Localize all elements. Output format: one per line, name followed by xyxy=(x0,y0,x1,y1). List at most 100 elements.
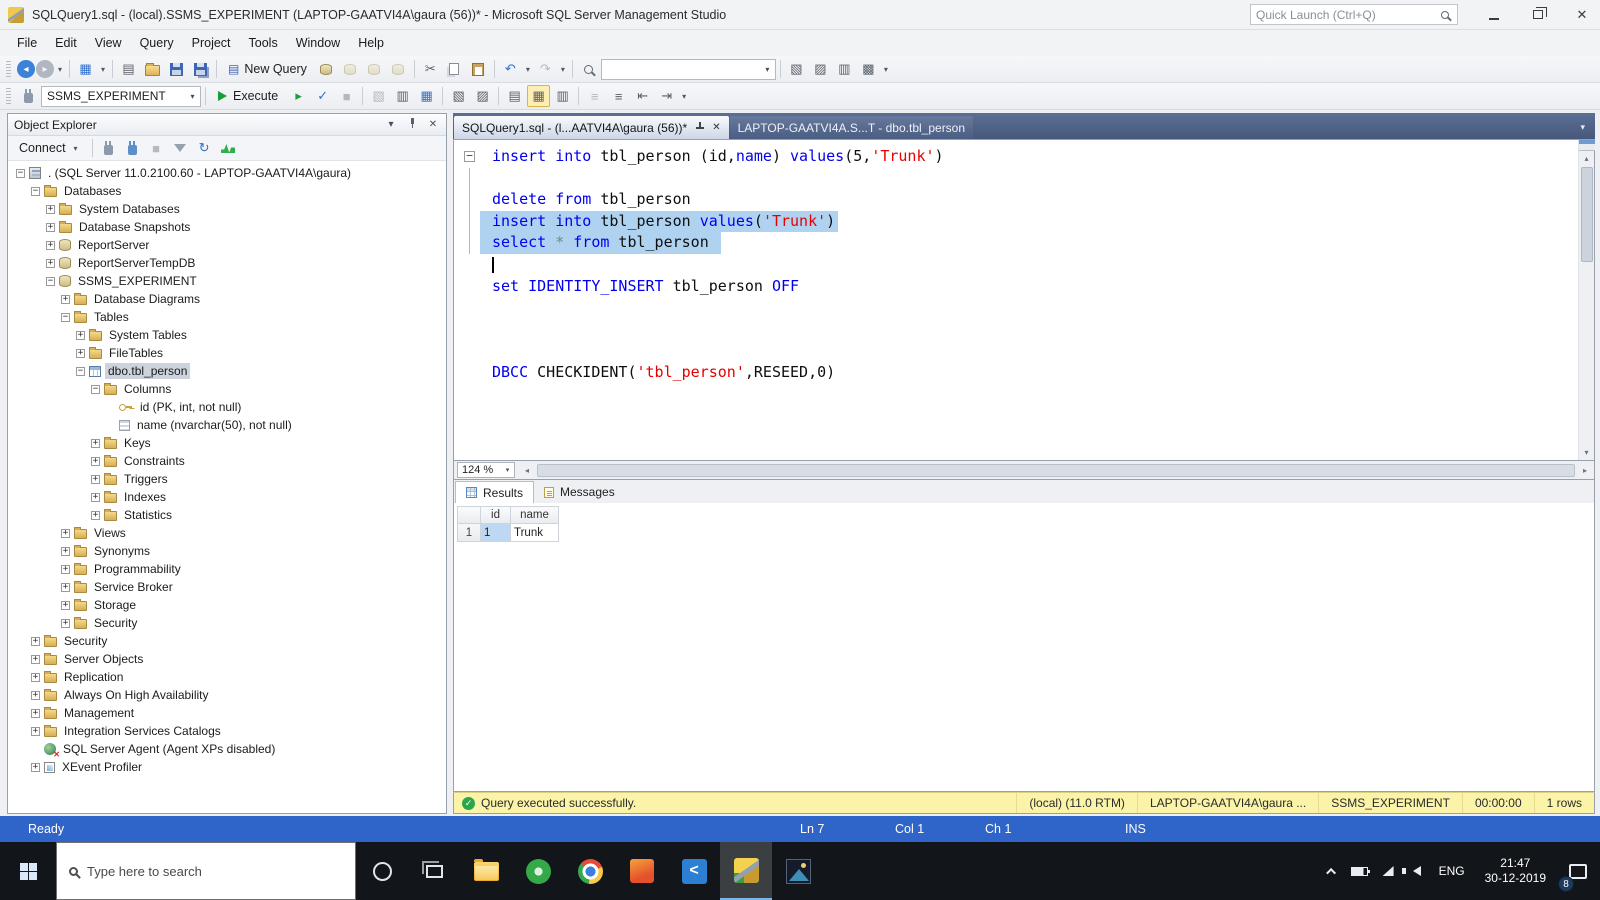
expand-box-icon[interactable]: + xyxy=(31,708,40,718)
volume-icon[interactable] xyxy=(1401,866,1421,876)
collapse-box-icon[interactable]: − xyxy=(76,366,85,376)
expand-box-icon[interactable]: + xyxy=(91,510,100,520)
template-explorer-icon[interactable]: ▩ xyxy=(857,58,880,80)
minimize-button[interactable] xyxy=(1476,0,1512,29)
tree-item[interactable]: + ReportServerTempDB xyxy=(12,254,446,272)
tree-item[interactable]: + Database Diagrams xyxy=(12,290,446,308)
expand-box-icon[interactable]: + xyxy=(61,564,70,574)
expand-box-icon[interactable]: + xyxy=(61,582,70,592)
save-all-icon[interactable] xyxy=(189,58,212,80)
filter-icon[interactable] xyxy=(169,137,192,159)
new-query-button[interactable]: ▤ New Query xyxy=(221,60,314,78)
tree-item[interactable]: − . (SQL Server 11.0.2100.60 - LAPTOP-GAA… xyxy=(12,164,446,182)
document-tab[interactable]: SQLQuery1.sql - (l...AATVI4A\gaura (56))… xyxy=(454,116,729,139)
editor-horizontal-scrollbar[interactable]: ◂ ▸ xyxy=(518,461,1594,479)
xmla-query-icon[interactable] xyxy=(387,58,410,80)
copy-icon[interactable] xyxy=(443,58,466,80)
expand-box-icon[interactable]: + xyxy=(61,528,70,538)
taskbar-clock[interactable]: 21:47 30-12-2019 xyxy=(1475,842,1556,900)
grid-corner-cell[interactable] xyxy=(457,506,481,524)
new-query-flyout-caret[interactable]: ▾ xyxy=(98,65,108,74)
expand-box-icon[interactable]: + xyxy=(91,456,100,466)
tree-item[interactable]: + Synonyms xyxy=(12,542,446,560)
refresh-icon[interactable]: ↻ xyxy=(193,137,216,159)
code-line[interactable]: − insert into tbl_person (id,name) values… xyxy=(454,146,1578,168)
tree-item[interactable]: + Management xyxy=(12,704,446,722)
code-line[interactable] xyxy=(454,297,1578,319)
disconnect-icon[interactable] xyxy=(97,137,120,159)
pin-icon[interactable] xyxy=(405,118,419,131)
editor-code[interactable]: − insert into tbl_person (id,name) values… xyxy=(454,140,1578,460)
execute-button[interactable]: Execute xyxy=(210,87,286,105)
mdx-query-icon[interactable] xyxy=(339,58,362,80)
results-to-file-icon[interactable]: ▥ xyxy=(551,85,574,107)
document-tab[interactable]: LAPTOP-GAATVI4A.S...T - dbo.tbl_person xyxy=(729,116,974,139)
vertical-scroll-thumb[interactable] xyxy=(1580,167,1593,262)
intellisense-icon[interactable]: ▦ xyxy=(415,85,438,107)
database-engine-query-icon[interactable] xyxy=(315,58,338,80)
tree-item[interactable]: + Replication xyxy=(12,668,446,686)
tree-item[interactable]: + Database Snapshots xyxy=(12,218,446,236)
grid-cell[interactable]: Trunk xyxy=(511,524,559,542)
tree-item[interactable]: + Service Broker xyxy=(12,578,446,596)
solution-explorer-icon[interactable]: ▧ xyxy=(785,58,808,80)
expand-box-icon[interactable]: + xyxy=(76,348,85,358)
document-list-caret-icon[interactable]: ▾ xyxy=(1574,122,1591,133)
comment-icon[interactable]: ≡ xyxy=(583,85,606,107)
tree-item[interactable]: + System Tables xyxy=(12,326,446,344)
expand-box-icon[interactable]: + xyxy=(31,672,40,682)
scroll-up-icon[interactable]: ▴ xyxy=(1579,151,1595,166)
indent-increase-icon[interactable]: ⇥ xyxy=(655,85,678,107)
undo-history-caret[interactable]: ▾ xyxy=(523,65,533,74)
nav-forward-icon[interactable]: ▸ xyxy=(36,60,54,78)
paste-icon[interactable] xyxy=(467,58,490,80)
grid-cell[interactable]: 1 xyxy=(481,524,511,542)
tree-item[interactable]: + Programmability xyxy=(12,560,446,578)
expand-box-icon[interactable]: + xyxy=(31,726,40,736)
expand-box-icon[interactable]: + xyxy=(61,546,70,556)
tree-item[interactable]: id (PK, int, not null) xyxy=(12,398,446,416)
ssms-icon[interactable] xyxy=(720,842,772,900)
undo-icon[interactable]: ↶ xyxy=(499,58,522,80)
tree-item[interactable]: + Constraints xyxy=(12,452,446,470)
debug-icon[interactable]: ▸ xyxy=(287,85,310,107)
row-header[interactable]: 1 xyxy=(457,524,481,542)
code-line[interactable]: set IDENTITY_INSERT tbl_person OFF xyxy=(454,276,1578,298)
expand-box-icon[interactable]: + xyxy=(61,600,70,610)
toolbar-grip[interactable] xyxy=(6,60,11,78)
tree-item[interactable]: + Always On High Availability xyxy=(12,686,446,704)
expand-box-icon[interactable]: + xyxy=(61,294,70,304)
close-button[interactable]: ✕ xyxy=(1564,0,1600,29)
tree-item[interactable]: + Server Objects xyxy=(12,650,446,668)
new-connection-icon[interactable] xyxy=(121,137,144,159)
window-position-caret-icon[interactable]: ▾ xyxy=(384,119,398,130)
collapse-box-icon[interactable]: − xyxy=(91,384,100,394)
tree-item[interactable]: − Tables xyxy=(12,308,446,326)
menu-edit[interactable]: Edit xyxy=(46,32,86,54)
activity-monitor-icon[interactable] xyxy=(217,137,240,159)
code-line[interactable]: select * from tbl_person xyxy=(454,232,1578,254)
column-header[interactable]: id xyxy=(481,506,511,524)
new-file-icon[interactable]: ▤ xyxy=(117,58,140,80)
find-combo[interactable]: ▾ xyxy=(600,58,776,80)
tree-item[interactable]: name (nvarchar(50), not null) xyxy=(12,416,446,434)
nav-history-caret[interactable]: ▾ xyxy=(55,65,65,74)
tree-item[interactable]: + ReportServer xyxy=(12,236,446,254)
tree-item[interactable]: + Views xyxy=(12,524,446,542)
split-handle[interactable] xyxy=(1578,140,1595,151)
expand-box-icon[interactable]: + xyxy=(46,222,55,232)
code-line[interactable]: delete from tbl_person xyxy=(454,189,1578,211)
tree-item[interactable]: + Storage xyxy=(12,596,446,614)
expand-box-icon[interactable]: + xyxy=(91,438,100,448)
query-options-icon[interactable]: ▥ xyxy=(391,85,414,107)
menu-help[interactable]: Help xyxy=(349,32,393,54)
photos-icon[interactable] xyxy=(772,842,824,900)
network-icon[interactable] xyxy=(1382,866,1394,876)
scroll-right-icon[interactable]: ▸ xyxy=(1577,463,1593,478)
orange-app-icon[interactable] xyxy=(616,842,668,900)
expand-box-icon[interactable]: + xyxy=(76,330,85,340)
tree-item[interactable]: + XEvent Profiler xyxy=(12,758,446,776)
results-to-text-icon[interactable]: ▤ xyxy=(503,85,526,107)
expand-box-icon[interactable]: + xyxy=(31,762,40,772)
expand-box-icon[interactable]: + xyxy=(46,204,55,214)
